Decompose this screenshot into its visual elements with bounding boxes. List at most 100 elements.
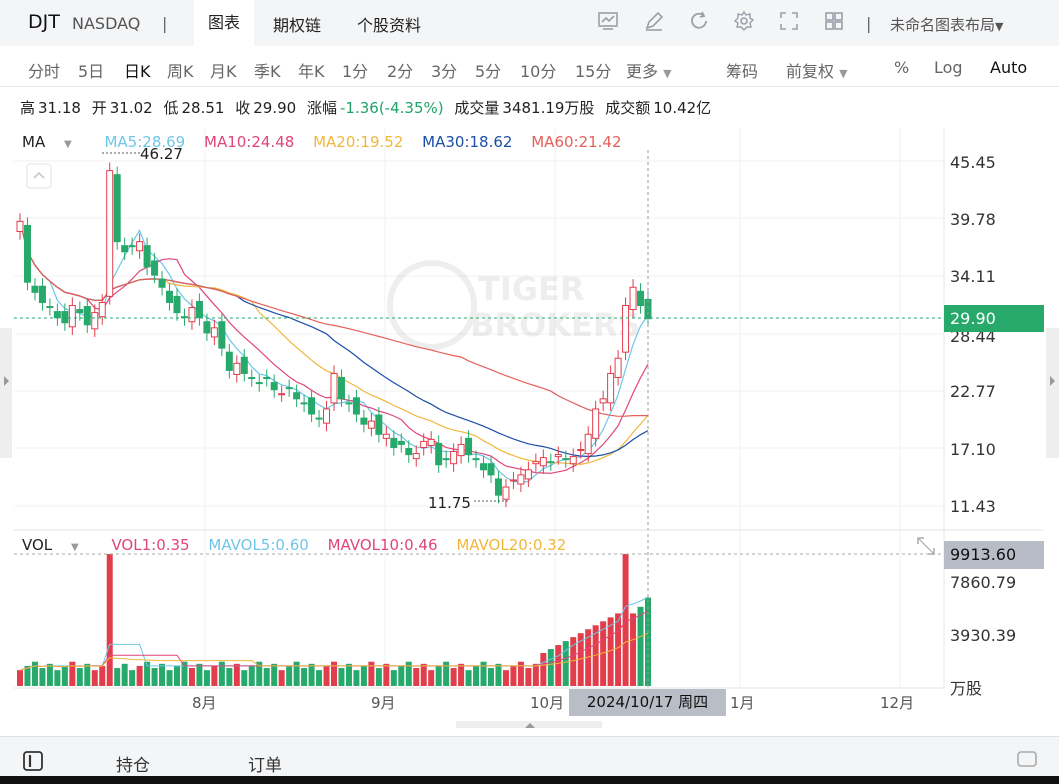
- period-daily[interactable]: 日K: [124, 58, 151, 82]
- panel-toggle-icon[interactable]: [22, 750, 44, 772]
- candle-body: [98, 301, 106, 318]
- candle-body: [23, 224, 31, 283]
- candle-body: [68, 305, 76, 328]
- period-intraday[interactable]: 分时: [28, 58, 60, 82]
- volume-bar: [61, 665, 68, 686]
- current-price-tag: 29.90: [944, 305, 1044, 332]
- tab-positions[interactable]: 持仓: [116, 751, 150, 776]
- tab-company-profile[interactable]: 个股资料: [357, 12, 421, 36]
- svg-text:TIGER: TIGER: [478, 270, 585, 308]
- period-5min[interactable]: 5分: [475, 58, 501, 82]
- period-yearly[interactable]: 年K: [298, 58, 325, 82]
- candle-body: [592, 408, 600, 439]
- chip-distribution-button[interactable]: 筹码: [726, 58, 758, 82]
- kline-chart[interactable]: TIGER BROKERS 46.27 11.75 45.45 39.78 34…: [0, 128, 1059, 728]
- period-15min[interactable]: 15分: [575, 58, 611, 82]
- candle-body: [143, 245, 151, 268]
- right-scroll-handle[interactable]: [1046, 328, 1059, 458]
- period-1min[interactable]: 1分: [342, 58, 368, 82]
- volume-bar: [241, 670, 248, 686]
- refresh-icon[interactable]: [688, 10, 710, 32]
- candle-body: [195, 300, 203, 319]
- candle-body: [210, 327, 218, 338]
- volume-bar: [233, 663, 240, 686]
- candle-body: [38, 285, 46, 303]
- volume-bar: [547, 649, 554, 686]
- vol-legend-selector[interactable]: VOL ▼: [22, 536, 93, 554]
- candle-body: [637, 290, 645, 307]
- settings-gear-icon[interactable]: [733, 10, 755, 32]
- vol-legend: VOL ▼ VOL1:0.35 MAVOL5:0.60 MAVOL10:0.46…: [22, 536, 580, 554]
- layout-grid-icon[interactable]: [823, 10, 845, 32]
- candle-body: [539, 457, 547, 467]
- tab-orders[interactable]: 订单: [248, 751, 282, 776]
- candle-body: [218, 321, 226, 349]
- crosshair-date-tag: 2024/10/17 周四: [569, 689, 726, 716]
- high-value: 31.18: [38, 99, 81, 117]
- tab-chart[interactable]: 图表: [194, 0, 255, 46]
- high-label: 高: [20, 99, 36, 117]
- period-bar: 分时 5日 日K 周K 月K 季K 年K 1分 2分 3分 5分 10分 15分…: [0, 50, 1059, 87]
- period-5day[interactable]: 5日: [78, 58, 104, 82]
- candle-body: [173, 295, 181, 314]
- volume-unit: 万股: [950, 679, 982, 698]
- candle-body: [352, 397, 360, 415]
- volume-bar: [151, 668, 158, 686]
- change-value: -1.36(-4.35%): [340, 99, 444, 117]
- expand-icon[interactable]: [917, 537, 935, 555]
- candle-body: [83, 306, 91, 326]
- candle-body: [442, 458, 450, 461]
- candle-body: [614, 357, 622, 379]
- log-scale-toggle[interactable]: Log: [934, 58, 963, 77]
- volume-bar: [196, 663, 203, 686]
- period-3min[interactable]: 3分: [431, 58, 457, 82]
- volume-bar: [17, 670, 23, 686]
- period-monthly[interactable]: 月K: [210, 58, 237, 82]
- volume-bar: [473, 665, 480, 686]
- top-bar: DJT NASDAQ | 图表 期权链 个股资料 | 未命名图表布局▼: [0, 0, 1059, 46]
- exchange-label: NASDAQ: [72, 14, 141, 33]
- candle-body: [569, 456, 577, 465]
- volume-bar: [203, 670, 210, 686]
- tab-option-chain[interactable]: 期权链: [273, 12, 321, 36]
- candle-body: [412, 453, 420, 460]
- candle-body: [457, 443, 465, 457]
- candle-body: [622, 305, 630, 353]
- auto-scale-toggle[interactable]: Auto: [990, 58, 1027, 77]
- volume-label: 成交量: [454, 99, 500, 117]
- candle-body: [599, 398, 607, 404]
- chevron-down-icon: ▼: [70, 542, 79, 553]
- volume-bar: [91, 670, 98, 686]
- left-scroll-handle[interactable]: [0, 328, 12, 458]
- period-weekly[interactable]: 周K: [167, 58, 194, 82]
- percent-scale-toggle[interactable]: %: [894, 58, 909, 77]
- draw-pen-icon[interactable]: [643, 10, 665, 32]
- candle-body: [502, 486, 510, 500]
- period-2min[interactable]: 2分: [387, 58, 413, 82]
- volume-bar: [345, 663, 352, 686]
- volume-bar: [383, 663, 390, 686]
- period-quarterly[interactable]: 季K: [254, 58, 281, 82]
- candle-body: [397, 440, 405, 445]
- candle-body: [293, 392, 301, 400]
- adjustment-selector[interactable]: 前复权 ▼: [786, 58, 848, 82]
- volume-bar: [360, 665, 367, 686]
- candle-body: [420, 440, 428, 448]
- period-more[interactable]: 更多 ▼: [626, 58, 672, 82]
- ma-line: [19, 221, 649, 484]
- price-tick: 45.45: [950, 153, 996, 172]
- chat-bubble-icon[interactable]: [1016, 749, 1038, 771]
- candle-body: [367, 420, 375, 429]
- period-10min[interactable]: 10分: [520, 58, 556, 82]
- volume-value: 3481.19万股: [502, 99, 595, 117]
- amount-value: 10.42亿: [653, 99, 712, 117]
- volume-bar: [555, 645, 562, 686]
- layout-selector[interactable]: 未命名图表布局▼: [890, 14, 1003, 35]
- volume-bar: [615, 613, 622, 686]
- volume-bar: [218, 661, 225, 686]
- candle-body: [263, 377, 271, 380]
- volume-bar: [458, 663, 465, 686]
- fullscreen-icon[interactable]: [778, 10, 800, 32]
- chart-compare-icon[interactable]: [597, 10, 619, 32]
- volume-bar: [562, 641, 569, 686]
